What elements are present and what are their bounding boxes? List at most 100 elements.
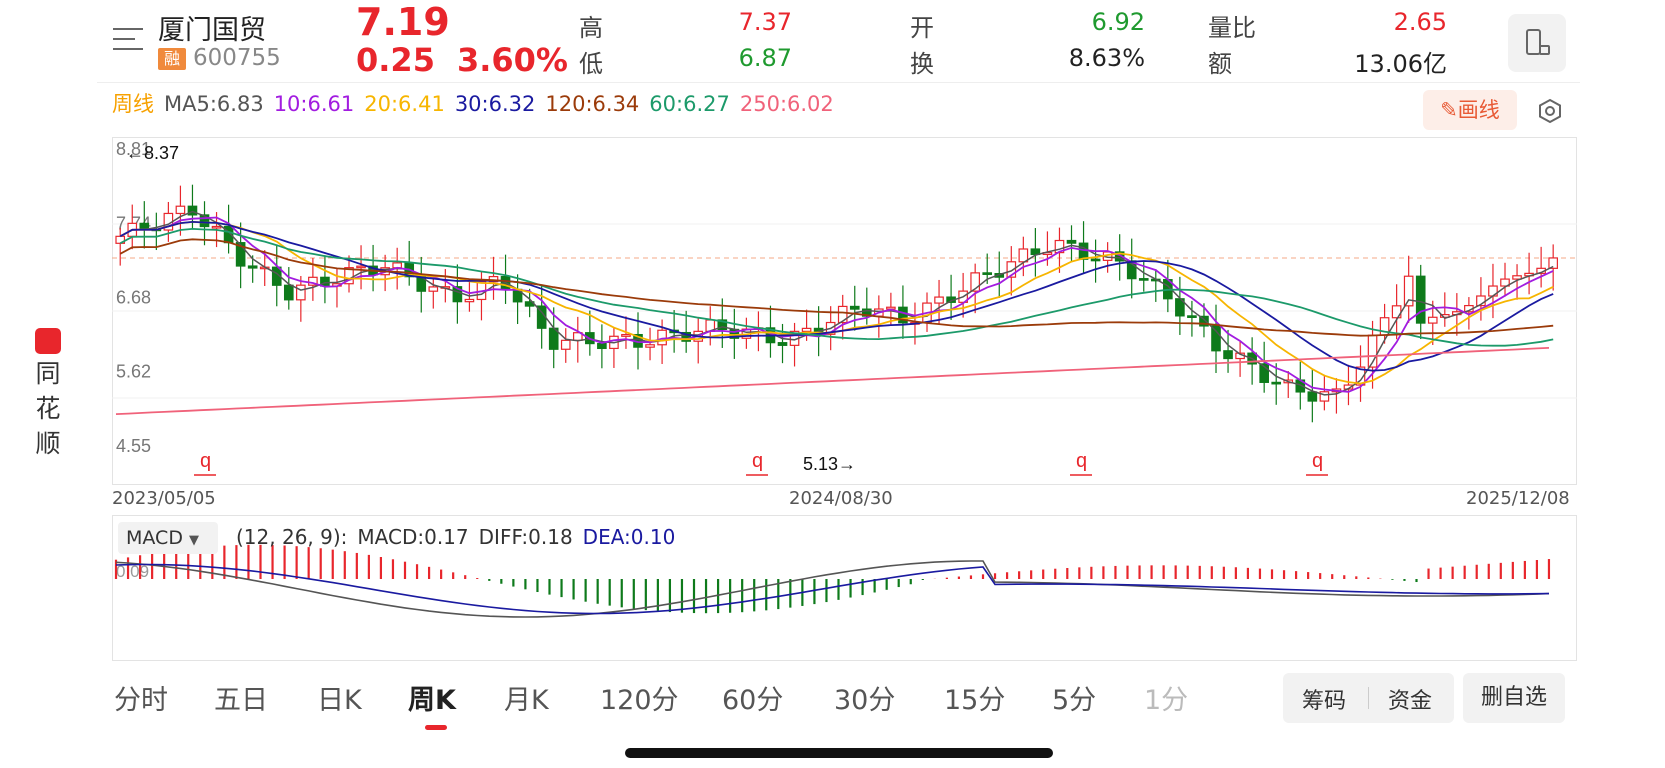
indicator-select-label: MACD <box>126 527 183 549</box>
date-start: 2023/05/05 <box>112 488 216 509</box>
menu-icon[interactable] <box>113 28 143 54</box>
phone-rotate-icon <box>1526 29 1550 55</box>
candle-body <box>1211 325 1221 352</box>
candle-body <box>1090 258 1101 262</box>
settings-icon[interactable] <box>1537 98 1563 124</box>
candle-body <box>1415 275 1426 324</box>
ma10-label: 10:6.61 <box>273 92 355 116</box>
candle-body <box>597 342 607 350</box>
ma20-label: 20:6.41 <box>364 92 445 116</box>
q-marker: q <box>752 450 763 472</box>
turnover-value: 8.63% <box>1068 44 1145 72</box>
candle-body <box>187 205 198 216</box>
candle-body <box>175 205 186 215</box>
tab-30min[interactable]: 30分 <box>834 678 895 717</box>
tab-five-day[interactable]: 五日 <box>214 678 268 717</box>
diff-line <box>115 560 1550 618</box>
low-value: 6.87 <box>738 44 792 72</box>
tab-1min[interactable]: 1分 <box>1144 678 1188 717</box>
stock-code: 600755 <box>193 45 281 71</box>
home-indicator[interactable] <box>625 748 1053 758</box>
logo-char: 花 <box>35 394 61 423</box>
dea-line <box>115 563 1550 615</box>
candle-body <box>657 329 667 346</box>
candle-body <box>1271 381 1282 385</box>
candle-body <box>1138 278 1149 281</box>
candle-body <box>283 284 294 301</box>
candle-body <box>645 344 655 348</box>
y-axis-label: 5.62 <box>116 361 151 381</box>
ma5-line <box>119 210 1554 396</box>
price-change: 0.25 3.60% <box>356 41 590 79</box>
candle-body <box>1066 239 1077 244</box>
candle-body <box>777 342 788 346</box>
chips-button[interactable]: 筹码 <box>1302 683 1346 715</box>
ma10-line <box>119 216 1554 393</box>
tab-weekly[interactable]: 周K <box>408 678 456 717</box>
turnover-label: 换 <box>910 50 934 78</box>
stock-name: 厦门国贸 <box>158 15 266 46</box>
funds-button[interactable]: 资金 <box>1388 683 1432 715</box>
low-label: 低 <box>579 50 603 78</box>
amount-label: 额 <box>1208 50 1232 78</box>
candle-body <box>1223 350 1233 360</box>
candle-body <box>849 305 860 310</box>
pencil-icon: ✎ <box>1440 98 1458 122</box>
volume-ratio-value: 2.65 <box>1393 8 1447 36</box>
candle-body <box>247 265 258 269</box>
candle-body <box>1403 275 1414 307</box>
tab-daily[interactable]: 日K <box>317 678 362 717</box>
draw-line-button[interactable]: ✎画线 <box>1423 90 1517 130</box>
candle-body <box>1187 315 1197 318</box>
draw-line-label: 画线 <box>1457 98 1500 122</box>
margin-badge: 融 <box>158 48 186 70</box>
ma5-label: MA5:6.83 <box>164 92 264 116</box>
min-price-label: 5.13→ <box>803 454 856 474</box>
ma120-label: 120:6.34 <box>545 92 640 116</box>
y-axis-label: 6.68 <box>116 288 151 308</box>
q-marker: q <box>1312 450 1323 472</box>
remove-watchlist-button[interactable]: 删自选 <box>1463 673 1565 723</box>
ma60-label: 60:6.27 <box>649 92 730 116</box>
y-axis-label: 4.55 <box>116 436 151 456</box>
candle-body <box>428 286 439 292</box>
change-percent: 3.60% <box>456 41 568 79</box>
candle-body <box>464 298 475 303</box>
kline-chart[interactable]: 8.817.746.685.624.55←8.375.13→qqqq <box>112 137 1577 485</box>
candle-body <box>982 272 993 275</box>
logo-icon <box>35 328 61 354</box>
macd-value: MACD:0.17 <box>357 525 469 549</box>
change-value: 0.25 <box>356 41 435 79</box>
candle-body <box>560 339 571 350</box>
diff-value: DIFF:0.18 <box>478 525 573 549</box>
q-marker: q <box>1076 450 1087 472</box>
landscape-toggle-button[interactable] <box>1508 14 1566 72</box>
candle-body <box>296 284 306 301</box>
macd-param-set: (12, 26, 9): <box>236 525 348 549</box>
high-value: 7.37 <box>738 8 792 36</box>
candle-body <box>934 296 944 304</box>
ma-legend: 周线 MA5:6.83 10:6.61 20:6.41 30:6.32 120:6.34 6… <box>112 88 844 118</box>
date-end: 2025/12/08 <box>1466 488 1570 509</box>
ma250-line <box>115 347 1550 415</box>
tab-15min[interactable]: 15分 <box>944 678 1005 717</box>
period-label[interactable]: 周线 <box>112 92 154 116</box>
app-logo[interactable]: 同 花 顺 <box>30 328 70 459</box>
dropdown-icon: ▼ <box>189 533 200 548</box>
tab-120min[interactable]: 120分 <box>600 678 679 717</box>
open-label: 开 <box>910 14 934 42</box>
macd-params: (12, 26, 9): MACD:0.17 DIFF:0.18 DEA:0.10 <box>236 525 685 549</box>
ma30-line <box>119 220 1554 372</box>
tab-monthly[interactable]: 月K <box>504 678 549 717</box>
tab-intraday[interactable]: 分时 <box>114 678 168 717</box>
logo-char: 顺 <box>35 429 61 458</box>
logo-char: 同 <box>35 359 61 388</box>
ma30-label: 30:6.32 <box>454 92 536 116</box>
ma20-line <box>119 220 1554 385</box>
candle-body <box>801 327 812 332</box>
tab-60min[interactable]: 60分 <box>722 678 783 717</box>
tab-5min[interactable]: 5分 <box>1052 678 1096 717</box>
indicator-select[interactable]: MACD ▼ <box>118 522 218 554</box>
current-price: 7.19 <box>356 0 450 44</box>
open-value: 6.92 <box>1091 8 1145 36</box>
